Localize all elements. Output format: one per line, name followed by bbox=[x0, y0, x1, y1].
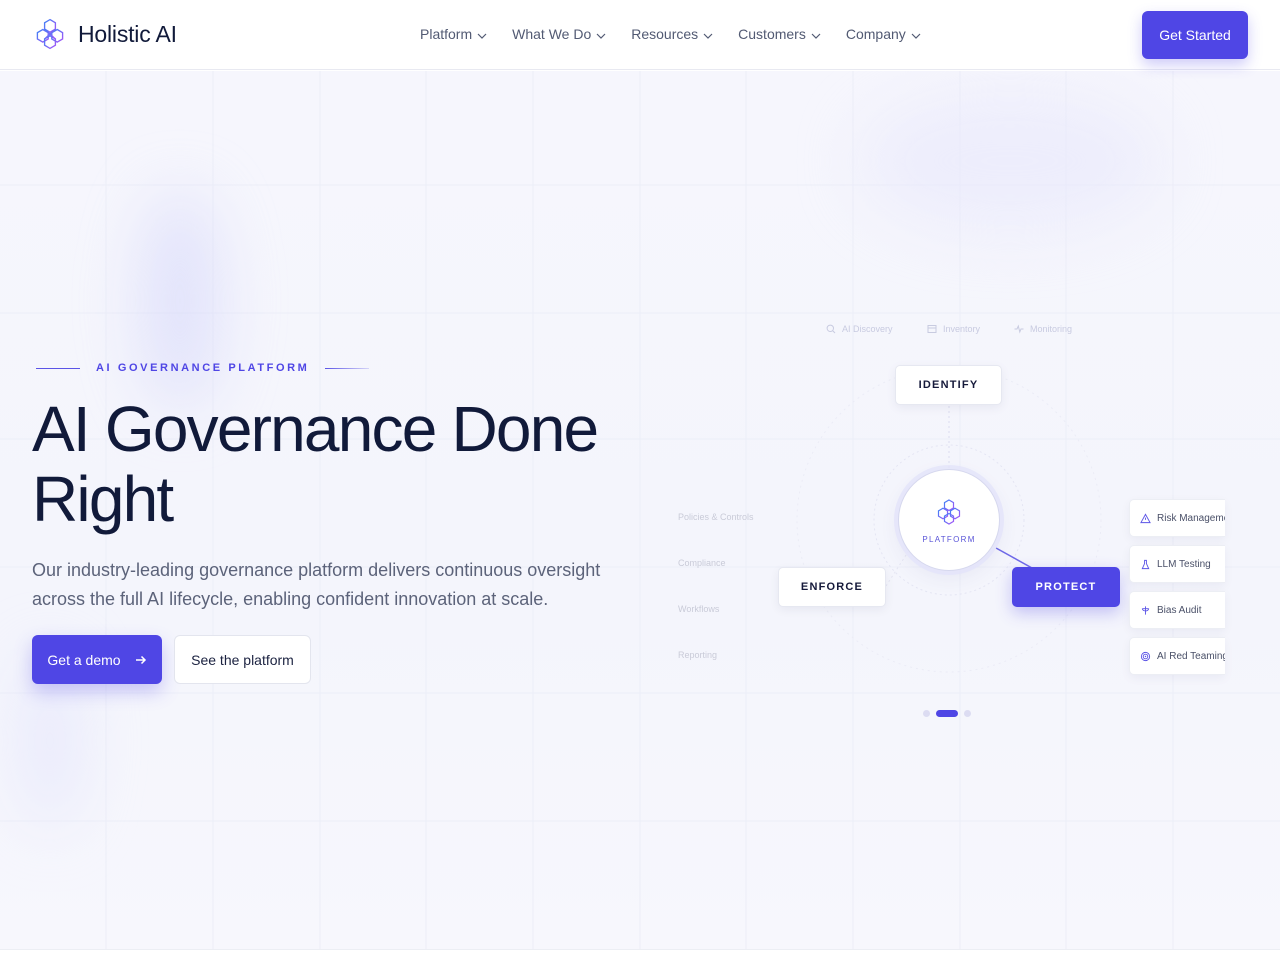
chevron-down-icon bbox=[811, 33, 821, 39]
center-label: PLATFORM bbox=[922, 534, 976, 544]
feature-label: LLM Testing bbox=[1157, 558, 1211, 570]
get-started-button[interactable]: Get Started bbox=[1142, 11, 1248, 59]
feature-label: Risk Management bbox=[1157, 512, 1225, 524]
tab-label: AI Discovery bbox=[842, 324, 893, 334]
tab-label: Monitoring bbox=[1030, 324, 1073, 334]
activity-icon bbox=[1014, 324, 1024, 334]
stage-enforce[interactable]: ENFORCE bbox=[778, 567, 886, 607]
platform-center-node: PLATFORM bbox=[898, 469, 1000, 571]
platform-diagram: AI Discovery Inventory Monitoring IDENTI… bbox=[640, 300, 1280, 740]
background-glow bbox=[860, 91, 1160, 231]
see-the-platform-button[interactable]: See the platform bbox=[174, 635, 311, 684]
hero-headline: AI Governance Done Right bbox=[32, 393, 599, 535]
tab-inventory[interactable]: Inventory bbox=[927, 324, 980, 334]
top-navigation: Holistic AI Platform What We Do Resource… bbox=[0, 0, 1280, 70]
nav-item-label: What We Do bbox=[512, 26, 592, 42]
nav-item-label: Customers bbox=[738, 26, 806, 42]
scale-icon bbox=[1141, 605, 1150, 615]
enforce-list-item: Compliance bbox=[678, 558, 726, 568]
arrow-right-icon bbox=[135, 655, 146, 664]
get-a-demo-button[interactable]: Get a demo bbox=[32, 635, 162, 684]
feature-label: Bias Audit bbox=[1157, 604, 1202, 616]
main-menu: Platform What We Do Resources Customers … bbox=[420, 24, 946, 44]
nav-item-label: Company bbox=[845, 26, 906, 42]
brand-logo-link[interactable]: Holistic AI bbox=[32, 14, 177, 54]
feature-llm-testing[interactable]: LLM Testing bbox=[1129, 545, 1225, 583]
nav-item-company[interactable]: Company bbox=[846, 24, 922, 44]
eyebrow-rule bbox=[36, 367, 80, 369]
nav-item-platform[interactable]: Platform bbox=[420, 24, 488, 44]
chevron-down-icon bbox=[477, 33, 487, 39]
hexagon-network-icon bbox=[937, 498, 961, 525]
chevron-down-icon bbox=[911, 33, 921, 39]
nav-item-customers[interactable]: Customers bbox=[738, 24, 822, 44]
feature-label: AI Red Teaming bbox=[1157, 650, 1225, 662]
search-icon bbox=[826, 324, 836, 334]
carousel-dot[interactable] bbox=[923, 710, 930, 717]
enforce-list-item: Policies & Controls bbox=[678, 512, 754, 522]
hexagon-network-icon bbox=[36, 18, 64, 50]
flask-icon bbox=[1141, 559, 1150, 569]
background-glow bbox=[140, 191, 220, 411]
tab-label: Inventory bbox=[943, 324, 981, 334]
table-icon bbox=[927, 325, 937, 333]
chevron-down-icon bbox=[703, 33, 713, 39]
tab-ai-discovery[interactable]: AI Discovery bbox=[826, 324, 893, 334]
enforce-list-item: Reporting bbox=[678, 650, 718, 660]
nav-item-resources[interactable]: Resources bbox=[631, 24, 714, 44]
stage-identify[interactable]: IDENTIFY bbox=[895, 365, 1002, 405]
eyebrow-text: AI GOVERNANCE PLATFORM bbox=[96, 362, 310, 374]
eyebrow-rule bbox=[325, 367, 370, 369]
page-bottom-strip bbox=[0, 949, 1280, 960]
feature-bias-audit[interactable]: Bias Audit bbox=[1129, 591, 1225, 629]
target-icon bbox=[1140, 651, 1151, 661]
button-label: Get a demo bbox=[47, 651, 121, 668]
carousel-dot[interactable] bbox=[964, 710, 971, 717]
feature-risk-management[interactable]: Risk Management bbox=[1129, 499, 1225, 537]
carousel-indicators bbox=[923, 710, 971, 717]
warning-triangle-icon bbox=[1140, 512, 1151, 523]
nav-item-what-we-do[interactable]: What We Do bbox=[512, 24, 607, 44]
hero-eyebrow: AI GOVERNANCE PLATFORM bbox=[36, 362, 370, 374]
tab-monitoring[interactable]: Monitoring bbox=[1014, 324, 1072, 334]
nav-item-label: Platform bbox=[420, 26, 473, 42]
carousel-dot-active[interactable] bbox=[936, 710, 958, 717]
stage-protect[interactable]: PROTECT bbox=[1012, 567, 1120, 607]
feature-ai-red-teaming[interactable]: AI Red Teaming bbox=[1129, 637, 1225, 675]
enforce-list-item: Workflows bbox=[678, 604, 720, 614]
nav-item-label: Resources bbox=[631, 26, 699, 42]
hero-subtext: Our industry-leading governance platform… bbox=[32, 560, 601, 609]
brand-name: Holistic AI bbox=[78, 20, 177, 47]
chevron-down-icon bbox=[596, 33, 606, 39]
